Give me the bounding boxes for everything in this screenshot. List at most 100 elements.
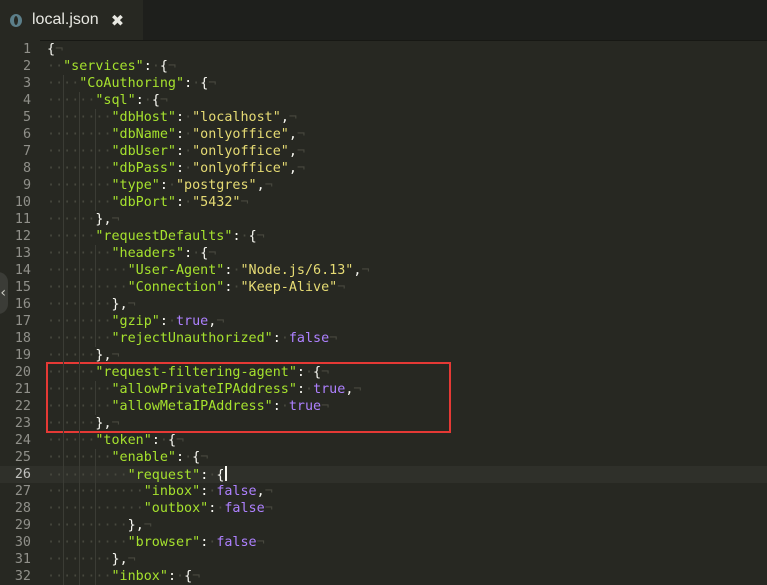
code-line[interactable]: 18 ········"rejectUnauthorized":·false¬ [0, 330, 767, 347]
line-number: 9 [22, 178, 31, 193]
code-line[interactable]: 26 ··········"request":·{ [0, 466, 767, 483]
code-line[interactable]: 24 ······"token":·{¬ [0, 432, 767, 449]
code-line[interactable]: 8 ········"dbPass":·"onlyoffice",¬ [0, 160, 767, 177]
line-number: 26 [14, 467, 31, 482]
code-text: ········"type":·"postgres",¬ [47, 178, 273, 193]
code-text: ········},¬ [47, 297, 136, 312]
line-number: 27 [14, 484, 31, 499]
line-number: 5 [22, 110, 31, 125]
code-text: {¬ [47, 42, 64, 57]
code-line[interactable]: 25 ········"enable":·{¬ [0, 449, 767, 466]
code-text: ······},¬ [47, 212, 120, 227]
line-number: 22 [14, 399, 31, 414]
line-number: 31 [14, 552, 31, 567]
code-text: ········"dbUser":·"onlyoffice",¬ [47, 144, 305, 159]
code-line[interactable]: 13 ········"headers":·{¬ [0, 245, 767, 262]
indent-guide [79, 92, 80, 585]
code-text: ········"enable":·{¬ [47, 450, 209, 465]
line-number: 20 [14, 365, 31, 380]
code-line[interactable]: 30 ··········"browser":·false¬ [0, 534, 767, 551]
line-number: 23 [14, 416, 31, 431]
line-number: 28 [14, 501, 31, 516]
line-number: 6 [22, 127, 31, 142]
code-editor[interactable]: 1 {¬ 2 ··"services":·{¬ 3 ····"CoAuthoring":·… [0, 40, 767, 585]
line-number: 17 [14, 314, 31, 329]
line-number: 30 [14, 535, 31, 550]
code-text: ········"dbHost":·"localhost",¬ [47, 110, 297, 125]
code-text: ········"rejectUnauthorized":·false¬ [47, 331, 338, 346]
code-text: ········"headers":·{¬ [47, 246, 217, 261]
code-line[interactable]: 27 ············"inbox":·false,¬ [0, 483, 767, 500]
code-line[interactable]: 32 ········"inbox":·{¬ [0, 568, 767, 585]
code-line[interactable]: 4 ······"sql":·{¬ [0, 92, 767, 109]
line-number: 11 [14, 212, 31, 227]
line-number: 29 [14, 518, 31, 533]
code-line[interactable]: 23 ······},¬ [0, 415, 767, 432]
line-number: 8 [22, 161, 31, 176]
code-line[interactable]: 21 ········"allowPrivateIPAddress":·true,… [0, 381, 767, 398]
code-line[interactable]: 28 ············"outbox":·false¬ [0, 500, 767, 517]
code-text: ········"gzip":·true,¬ [47, 314, 225, 329]
line-number: 18 [14, 331, 31, 346]
line-number: 2 [22, 59, 31, 74]
code-line[interactable]: 12 ······"requestDefaults":·{¬ [0, 228, 767, 245]
code-line[interactable]: 16 ········},¬ [0, 296, 767, 313]
code-line[interactable]: 29 ··········},¬ [0, 517, 767, 534]
line-number: 21 [14, 382, 31, 397]
json-file-icon [10, 13, 22, 27]
code-text: ········"dbName":·"onlyoffice",¬ [47, 127, 305, 142]
code-line[interactable]: 6 ········"dbName":·"onlyoffice",¬ [0, 126, 767, 143]
code-text: ····"CoAuthoring":·{¬ [47, 76, 217, 91]
code-text: ········"allowMetaIPAddress":·true¬ [47, 399, 330, 414]
code-line[interactable]: 31 ········},¬ [0, 551, 767, 568]
code-line[interactable]: 17 ········"gzip":·true,¬ [0, 313, 767, 330]
code-text: ············"inbox":·false,¬ [47, 484, 273, 499]
code-text: ········"dbPass":·"onlyoffice",¬ [47, 161, 305, 176]
code-line[interactable]: 1 {¬ [0, 41, 767, 58]
code-text: ······"request-filtering-agent":·{¬ [47, 365, 330, 380]
indent-guide [95, 381, 96, 415]
tab-local-json[interactable]: local.json ✖ [0, 0, 143, 40]
line-number: 13 [14, 246, 31, 261]
code-text: ······},¬ [47, 348, 120, 363]
tab-title: local.json [32, 11, 99, 28]
line-number: 32 [14, 569, 31, 584]
code-text: ········"dbPort":·"5432"¬ [47, 195, 249, 210]
code-line[interactable]: 2 ··"services":·{¬ [0, 58, 767, 75]
code-line[interactable]: 14 ··········"User-Agent":·"Node.js/6.13"… [0, 262, 767, 279]
code-line[interactable]: 5 ········"dbHost":·"localhost",¬ [0, 109, 767, 126]
line-number: 4 [22, 93, 31, 108]
text-cursor [225, 466, 228, 481]
line-number: 25 [14, 450, 31, 465]
code-line[interactable]: 19 ······},¬ [0, 347, 767, 364]
code-line[interactable]: 11 ······},¬ [0, 211, 767, 228]
line-number: 1 [22, 42, 31, 57]
line-number: 7 [22, 144, 31, 159]
code-line[interactable]: 10 ········"dbPort":·"5432"¬ [0, 194, 767, 211]
code-text: ······"sql":·{¬ [47, 93, 168, 108]
indent-guide [95, 109, 96, 211]
line-number: 24 [14, 433, 31, 448]
indent-guide [95, 245, 96, 347]
code-line[interactable]: 15 ··········"Connection":·"Keep-Alive"¬ [0, 279, 767, 296]
code-text: ······"token":·{¬ [47, 433, 185, 448]
code-text: ········"inbox":·{¬ [47, 569, 201, 584]
code-text: ············"outbox":·false¬ [47, 501, 273, 516]
indent-guide [63, 75, 64, 585]
code-line[interactable]: 9 ········"type":·"postgres",¬ [0, 177, 767, 194]
tab-bar: local.json ✖ [0, 0, 767, 41]
code-text: ··········"Connection":·"Keep-Alive"¬ [47, 280, 346, 295]
collapse-panel-handle[interactable]: ‹ [0, 272, 8, 314]
code-text: ··········"request":·{ [47, 466, 228, 484]
code-text: ········},¬ [47, 552, 136, 567]
code-line[interactable]: 3 ····"CoAuthoring":·{¬ [0, 75, 767, 92]
line-number: 12 [14, 229, 31, 244]
code-line[interactable]: 7 ········"dbUser":·"onlyoffice",¬ [0, 143, 767, 160]
indent-guide [95, 449, 96, 585]
chevron-left-icon: ‹ [0, 285, 6, 301]
code-text: ··"services":·{¬ [47, 59, 176, 74]
code-line[interactable]: 20 ······"request-filtering-agent":·{¬ [0, 364, 767, 381]
code-line[interactable]: 22 ········"allowMetaIPAddress":·true¬ [0, 398, 767, 415]
code-text: ······},¬ [47, 416, 120, 431]
close-icon[interactable]: ✖ [111, 11, 124, 30]
